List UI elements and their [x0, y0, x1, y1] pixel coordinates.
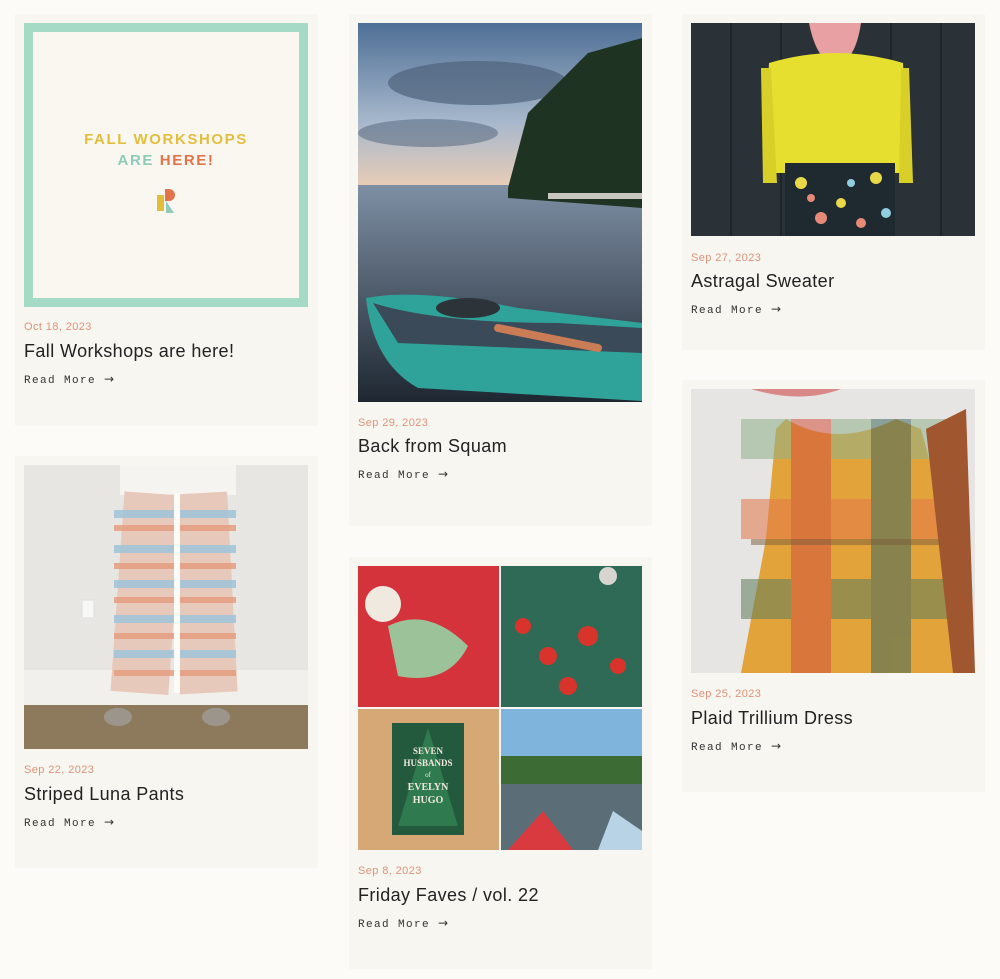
post-thumbnail-yellow-sweater[interactable] — [691, 23, 975, 236]
post-date: Sep 27, 2023 — [691, 252, 762, 264]
post-title[interactable]: Plaid Trillium Dress — [691, 708, 853, 729]
book-title-line: EVELYN — [408, 782, 450, 793]
book-title-line: SEVEN — [413, 746, 444, 756]
read-more-link[interactable]: Read More → — [358, 916, 449, 931]
post-card-friday-faves: SEVEN HUSBANDS of EVELYN HUGO Sep 8, 202… — [349, 557, 652, 969]
read-more-link[interactable]: Read More → — [691, 302, 782, 317]
post-card-back-from-squam: Sep 29, 2023 Back from Squam Read More → — [349, 14, 652, 526]
post-date: Oct 18, 2023 — [24, 321, 92, 333]
read-more-link[interactable]: Read More → — [24, 372, 115, 387]
brand-logo-icon — [157, 189, 175, 213]
post-title[interactable]: Back from Squam — [358, 436, 507, 457]
arrow-right-icon: → — [771, 302, 783, 316]
read-more-link[interactable]: Read More → — [24, 815, 115, 830]
book-title-line: HUSBANDS — [403, 758, 452, 768]
read-more-link[interactable]: Read More → — [691, 739, 782, 754]
post-card-plaid-trillium-dress: Sep 25, 2023 Plaid Trillium Dress Read M… — [682, 380, 985, 792]
post-thumbnail-fall-workshops[interactable]: FALL WORKSHOPS ARE HERE! — [24, 23, 308, 307]
post-card-astragal-sweater: Sep 27, 2023 Astragal Sweater Read More → — [682, 14, 985, 350]
book-title-line: HUGO — [413, 795, 444, 806]
arrow-right-icon: → — [104, 372, 116, 386]
arrow-right-icon: → — [104, 815, 116, 829]
post-title[interactable]: Fall Workshops are here! — [24, 341, 234, 362]
post-thumbnail-striped-pants[interactable] — [24, 465, 308, 749]
post-thumbnail-plaid-dress[interactable] — [691, 389, 975, 673]
arrow-right-icon: → — [438, 916, 450, 930]
book-title-line: of — [425, 771, 432, 779]
arrow-right-icon: → — [438, 467, 450, 481]
post-card-striped-luna-pants: Sep 22, 2023 Striped Luna Pants Read Mor… — [15, 456, 318, 868]
post-card-fall-workshops: FALL WORKSHOPS ARE HERE! Oct 18, 2023 Fa… — [15, 14, 318, 426]
read-more-link[interactable]: Read More → — [358, 467, 449, 482]
post-title[interactable]: Friday Faves / vol. 22 — [358, 885, 539, 906]
post-date: Sep 8, 2023 — [358, 865, 422, 877]
workshop-graphic-heading: FALL WORKSHOPS — [84, 131, 248, 148]
post-title[interactable]: Astragal Sweater — [691, 271, 834, 292]
post-date: Sep 25, 2023 — [691, 688, 762, 700]
post-thumbnail-lake-kayak[interactable] — [358, 23, 642, 402]
post-date: Sep 22, 2023 — [24, 764, 95, 776]
post-thumbnail-collage[interactable]: SEVEN HUSBANDS of EVELYN HUGO — [358, 566, 642, 850]
post-date: Sep 29, 2023 — [358, 417, 429, 429]
post-title[interactable]: Striped Luna Pants — [24, 784, 184, 805]
arrow-right-icon: → — [771, 739, 783, 753]
workshop-graphic-subheading: ARE HERE! — [117, 152, 215, 169]
